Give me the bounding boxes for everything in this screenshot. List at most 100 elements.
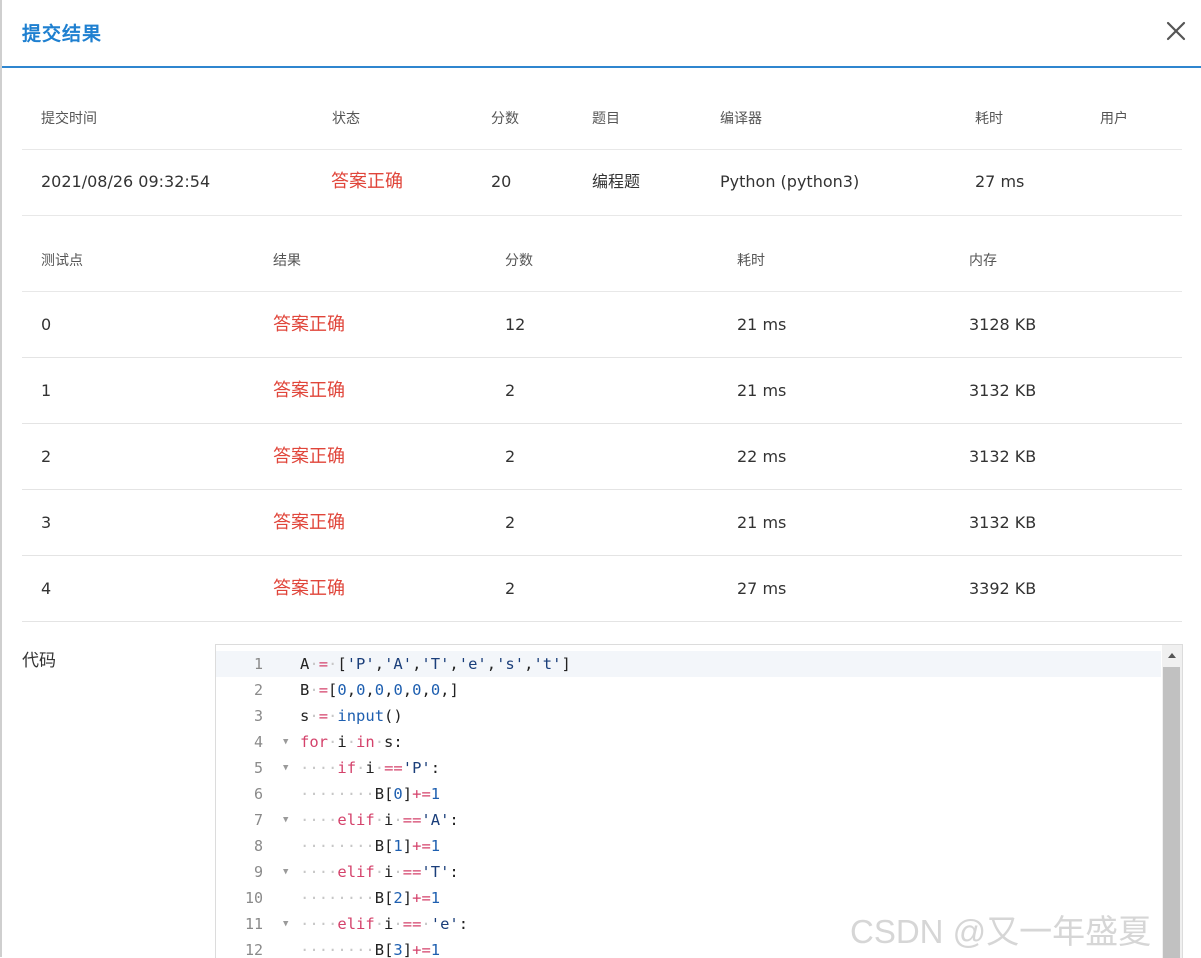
fold-arrow-icon[interactable]: ▼ bbox=[283, 859, 288, 885]
testcase-result: 答案正确 bbox=[273, 314, 345, 335]
dialog-title: 提交结果 bbox=[22, 23, 103, 45]
scrollbar-thumb[interactable] bbox=[1163, 667, 1180, 958]
line-number: 10 bbox=[244, 889, 263, 907]
summary-row: 2021/08/26 09:32:54 答案正确 20 编程题 Python (… bbox=[22, 150, 1182, 216]
header-status: 状态 bbox=[332, 111, 360, 127]
code-line: 4 ▼ for·i·in·s: bbox=[216, 729, 1161, 755]
line-number: 8 bbox=[253, 837, 263, 855]
line-number: 11 bbox=[244, 915, 263, 933]
testcase-score: 12 bbox=[505, 315, 526, 334]
submission-summary-table: 提交时间 状态 分数 题目 编译器 耗时 用户 2021/08/26 09:32… bbox=[22, 86, 1182, 216]
testcase-memory: 3132 KB bbox=[969, 447, 1037, 466]
header-problem: 题目 bbox=[592, 111, 620, 127]
header-testcase: 测试点 bbox=[41, 253, 83, 269]
testcase-result: 答案正确 bbox=[273, 512, 345, 533]
testcase-score: 2 bbox=[505, 447, 516, 466]
table-row: 0 答案正确 12 21 ms 3128 KB bbox=[22, 292, 1182, 358]
code-text: A·=·['P','A','T','e','s','t'] bbox=[300, 655, 571, 673]
testcase-result: 答案正确 bbox=[273, 578, 345, 599]
testcase-time: 21 ms bbox=[737, 381, 787, 400]
submit-time: 2021/08/26 09:32:54 bbox=[41, 172, 211, 191]
testcase-id: 4 bbox=[41, 579, 52, 598]
problem-name[interactable]: 编程题 bbox=[592, 150, 640, 214]
dialog-header: 提交结果 bbox=[2, 0, 1201, 68]
elapsed-time: 27 ms bbox=[975, 172, 1025, 191]
code-line: 2 B·=[0,0,0,0,0,0,] bbox=[216, 677, 1161, 703]
code-line: 8 ········B[1]+=1 bbox=[216, 833, 1161, 859]
line-number: 12 bbox=[244, 941, 263, 958]
line-number: 9 bbox=[253, 863, 263, 881]
status-text: 答案正确 bbox=[331, 171, 403, 192]
code-text: ····elif·i·==·'e': bbox=[300, 915, 469, 933]
table-row: 1 答案正确 2 21 ms 3132 KB bbox=[22, 358, 1182, 424]
header-score: 分数 bbox=[491, 111, 519, 127]
table-row: 4 答案正确 2 27 ms 3392 KB bbox=[22, 556, 1182, 622]
testcase-time: 21 ms bbox=[737, 315, 787, 334]
header-compiler: 编译器 bbox=[720, 111, 762, 127]
testcase-id: 0 bbox=[41, 315, 52, 334]
testcase-id: 3 bbox=[41, 513, 52, 532]
testcase-header-row: 测试点 结果 分数 耗时 内存 bbox=[22, 229, 1182, 292]
table-row: 3 答案正确 2 21 ms 3132 KB bbox=[22, 490, 1182, 556]
window-left-edge bbox=[0, 0, 2, 957]
header-user: 用户 bbox=[1100, 111, 1128, 127]
header-tc-score: 分数 bbox=[505, 253, 533, 269]
summary-header-row: 提交时间 状态 分数 题目 编译器 耗时 用户 bbox=[22, 86, 1182, 150]
testcase-memory: 3392 KB bbox=[969, 579, 1037, 598]
line-number: 6 bbox=[253, 785, 263, 803]
line-number: 5 bbox=[253, 759, 263, 777]
code-text: for·i·in·s: bbox=[300, 733, 403, 751]
compiler-name: Python (python3) bbox=[720, 172, 860, 191]
testcase-memory: 3132 KB bbox=[969, 513, 1037, 532]
code-text: ····elif·i·=='T': bbox=[300, 863, 459, 881]
testcase-result: 答案正确 bbox=[273, 380, 345, 401]
code-text: ········B[3]+=1 bbox=[300, 941, 441, 958]
code-line: 5 ▼ ····if·i·=='P': bbox=[216, 755, 1161, 781]
line-number: 7 bbox=[253, 811, 263, 829]
testcase-time: 27 ms bbox=[737, 579, 787, 598]
code-text: ········B[1]+=1 bbox=[300, 837, 441, 855]
code-text: ····elif·i·=='A': bbox=[300, 811, 459, 829]
fold-arrow-icon[interactable]: ▼ bbox=[283, 755, 288, 781]
testcase-score: 2 bbox=[505, 513, 516, 532]
code-text: B·=[0,0,0,0,0,0,] bbox=[300, 681, 459, 699]
header-memory: 内存 bbox=[969, 253, 997, 269]
watermark: CSDN @又一年盛夏 bbox=[850, 913, 1152, 950]
code-line: 9 ▼ ····elif·i·=='T': bbox=[216, 859, 1161, 885]
fold-arrow-icon[interactable]: ▼ bbox=[283, 911, 288, 937]
testcase-memory: 3128 KB bbox=[969, 315, 1037, 334]
code-line: 6 ········B[0]+=1 bbox=[216, 781, 1161, 807]
code-text: ········B[0]+=1 bbox=[300, 785, 441, 803]
code-text: s·=·input() bbox=[300, 707, 403, 725]
testcase-id: 1 bbox=[41, 381, 52, 400]
line-number: 3 bbox=[253, 707, 263, 725]
code-text: ····if·i·=='P': bbox=[300, 759, 441, 777]
code-line: 1 A·=·['P','A','T','e','s','t'] bbox=[216, 651, 1161, 677]
line-number: 2 bbox=[253, 681, 263, 699]
code-line: 7 ▼ ····elif·i·=='A': bbox=[216, 807, 1161, 833]
fold-arrow-icon[interactable]: ▼ bbox=[283, 729, 288, 755]
testcase-table: 测试点 结果 分数 耗时 内存 0 答案正确 12 21 ms 3128 KB … bbox=[22, 229, 1182, 622]
testcase-id: 2 bbox=[41, 447, 52, 466]
header-tc-time: 耗时 bbox=[737, 253, 765, 269]
scroll-up-icon[interactable] bbox=[1162, 645, 1182, 665]
header-submit-time: 提交时间 bbox=[41, 111, 97, 127]
testcase-result: 答案正确 bbox=[273, 446, 345, 467]
code-label: 代码 bbox=[22, 651, 56, 671]
line-number: 1 bbox=[253, 655, 263, 673]
fold-arrow-icon[interactable]: ▼ bbox=[283, 807, 288, 833]
testcase-memory: 3132 KB bbox=[969, 381, 1037, 400]
line-number: 4 bbox=[253, 733, 263, 751]
close-icon[interactable] bbox=[1165, 20, 1187, 42]
table-row: 2 答案正确 2 22 ms 3132 KB bbox=[22, 424, 1182, 490]
testcase-score: 2 bbox=[505, 579, 516, 598]
testcase-score: 2 bbox=[505, 381, 516, 400]
header-elapsed: 耗时 bbox=[975, 111, 1003, 127]
code-line: 3 s·=·input() bbox=[216, 703, 1161, 729]
vertical-scrollbar[interactable] bbox=[1162, 645, 1182, 958]
header-result: 结果 bbox=[273, 253, 301, 269]
testcase-time: 22 ms bbox=[737, 447, 787, 466]
total-score: 20 bbox=[491, 172, 512, 191]
testcase-time: 21 ms bbox=[737, 513, 787, 532]
code-text: ········B[2]+=1 bbox=[300, 889, 441, 907]
